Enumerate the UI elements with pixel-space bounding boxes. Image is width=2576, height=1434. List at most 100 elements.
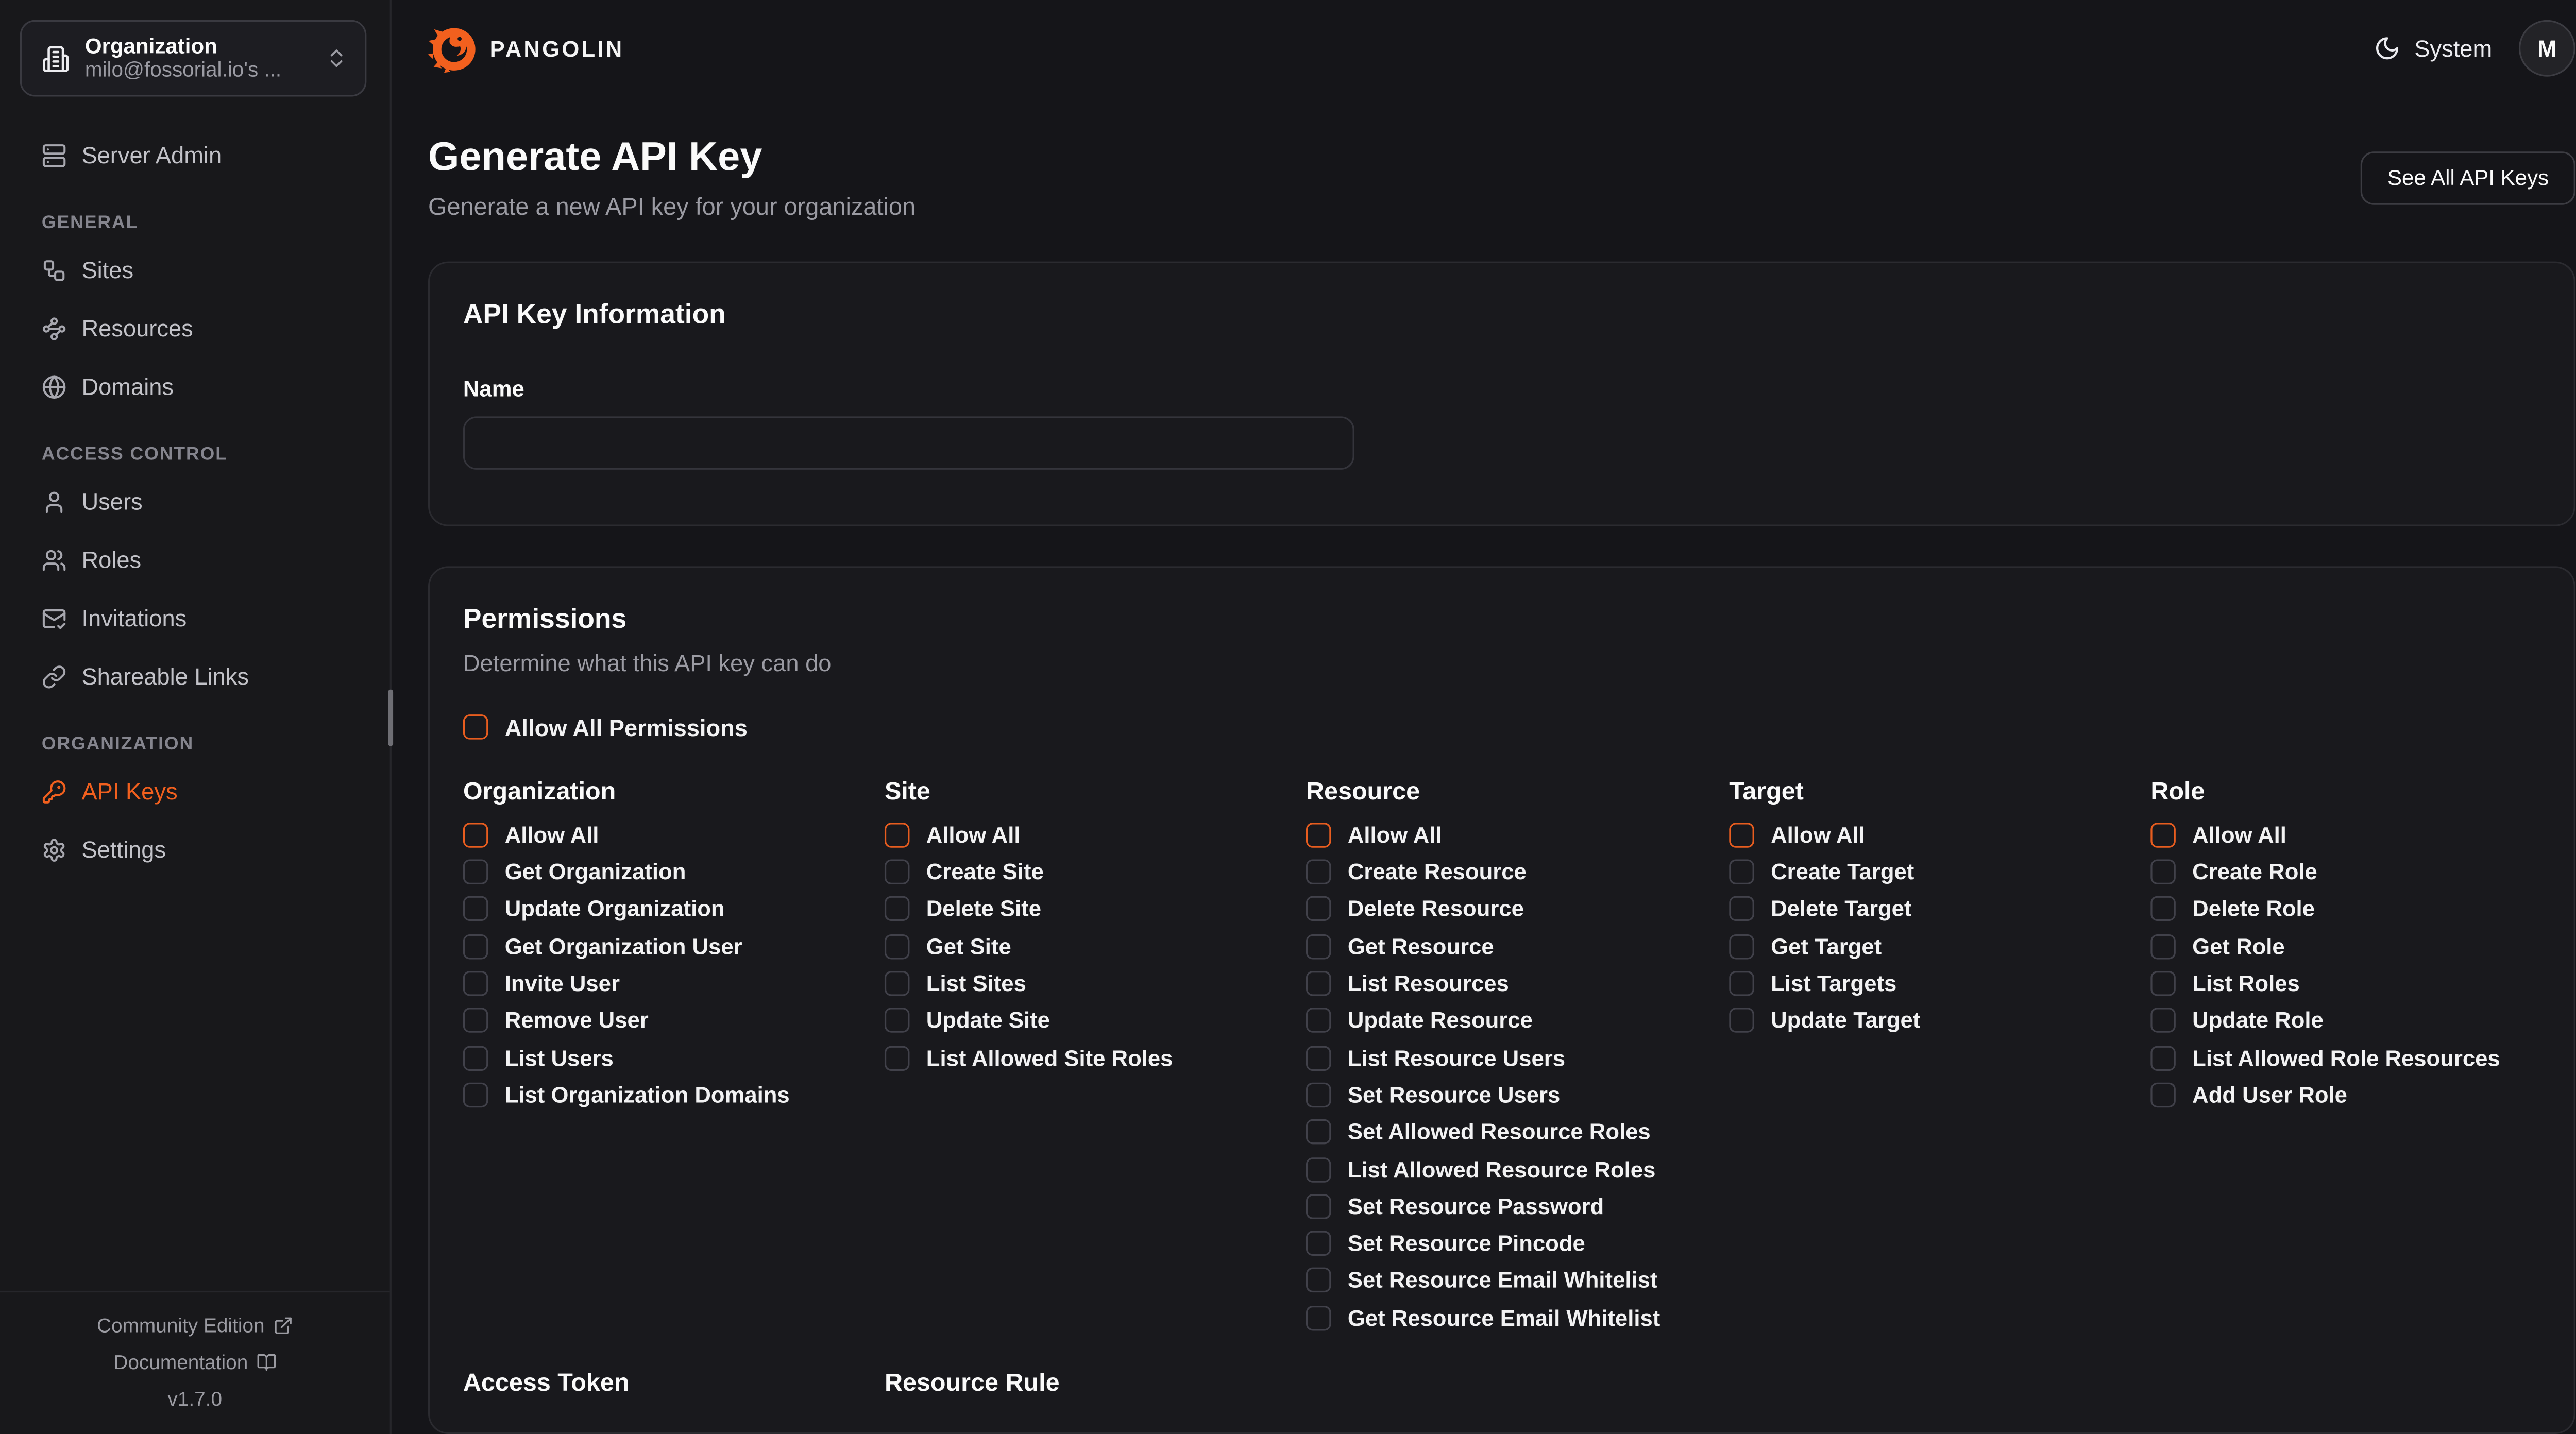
permission-checkbox-row[interactable]: Get Organization [463, 860, 686, 885]
permission-checkbox-row[interactable]: Create Role [2150, 860, 2317, 885]
permission-checkbox-row[interactable]: Set Resource Pincode [1306, 1231, 1585, 1256]
checkbox-icon[interactable] [2150, 934, 2176, 959]
permission-checkbox-row[interactable]: List Sites [885, 971, 1026, 996]
checkbox-icon[interactable] [1306, 1082, 1331, 1107]
checkbox-icon[interactable] [885, 897, 910, 922]
checkbox-icon[interactable] [1729, 971, 1754, 996]
checkbox-icon[interactable] [2150, 1082, 2176, 1107]
checkbox-icon[interactable] [885, 1045, 910, 1070]
permission-checkbox-row[interactable]: List Targets [1729, 971, 1896, 996]
checkbox-icon[interactable] [885, 934, 910, 959]
checkbox-icon[interactable] [1306, 860, 1331, 885]
permission-checkbox-row[interactable]: Allow All [1306, 823, 1442, 848]
permission-checkbox-row[interactable]: Delete Resource [1306, 897, 1524, 922]
permission-checkbox-row[interactable]: Delete Site [885, 897, 1041, 922]
permission-checkbox-row[interactable]: Invite User [463, 971, 620, 996]
permission-checkbox-row[interactable]: Get Role [2150, 934, 2284, 959]
checkbox-icon[interactable] [885, 971, 910, 996]
checkbox-icon[interactable] [1729, 934, 1754, 959]
checkbox-icon[interactable] [1729, 1008, 1754, 1033]
sidebar-item-api-keys[interactable]: API Keys [20, 766, 377, 816]
sidebar-item-roles[interactable]: Roles [20, 535, 377, 585]
permission-checkbox-row[interactable]: List Roles [2150, 971, 2299, 996]
checkbox-icon[interactable] [463, 715, 488, 740]
permission-checkbox-row[interactable]: Update Site [885, 1008, 1050, 1033]
sidebar-item-shareable-links[interactable]: Shareable Links [20, 651, 377, 701]
checkbox-icon[interactable] [463, 971, 488, 996]
permission-checkbox-row[interactable]: Allow All [885, 823, 1021, 848]
checkbox-icon[interactable] [885, 860, 910, 885]
checkbox-icon[interactable] [1729, 897, 1754, 922]
permission-checkbox-row[interactable]: Get Resource Email Whitelist [1306, 1305, 1660, 1330]
checkbox-icon[interactable] [2150, 1045, 2176, 1070]
permission-checkbox-row[interactable]: Delete Target [1729, 897, 1911, 922]
permission-checkbox-row[interactable]: Update Organization [463, 897, 725, 922]
name-input[interactable] [463, 417, 1354, 470]
checkbox-icon[interactable] [463, 934, 488, 959]
community-edition-link[interactable]: Community Edition [0, 1307, 390, 1344]
checkbox-icon[interactable] [463, 1008, 488, 1033]
permission-checkbox-row[interactable]: List Users [463, 1045, 614, 1070]
checkbox-icon[interactable] [2150, 897, 2176, 922]
permission-checkbox-row[interactable]: List Allowed Site Roles [885, 1045, 1173, 1070]
sidebar-item-settings[interactable]: Settings [20, 825, 377, 875]
checkbox-icon[interactable] [1306, 1268, 1331, 1293]
checkbox-icon[interactable] [885, 1008, 910, 1033]
permission-checkbox-row[interactable]: List Resource Users [1306, 1045, 1565, 1070]
permission-checkbox-row[interactable]: Get Target [1729, 934, 1882, 959]
checkbox-icon[interactable] [1306, 1194, 1331, 1219]
checkbox-icon[interactable] [1306, 1045, 1331, 1070]
permission-checkbox-row[interactable]: Delete Role [2150, 897, 2315, 922]
permission-checkbox-row[interactable]: Create Target [1729, 860, 1914, 885]
permission-checkbox-row[interactable]: Allow All [2150, 823, 2286, 848]
permission-checkbox-row[interactable]: Update Role [2150, 1008, 2324, 1033]
permission-checkbox-row[interactable]: Set Allowed Resource Roles [1306, 1120, 1651, 1145]
checkbox-icon[interactable] [1306, 823, 1331, 848]
permission-checkbox-row[interactable]: Create Site [885, 860, 1044, 885]
theme-toggle[interactable]: System [2375, 35, 2493, 62]
permission-checkbox-row[interactable]: Get Site [885, 934, 1011, 959]
permission-checkbox-row[interactable]: Update Target [1729, 1008, 1920, 1033]
checkbox-icon[interactable] [1306, 897, 1331, 922]
checkbox-icon[interactable] [1729, 860, 1754, 885]
checkbox-icon[interactable] [463, 1082, 488, 1107]
sidebar-item-domains[interactable]: Domains [20, 362, 377, 412]
permission-checkbox-row[interactable]: List Allowed Resource Roles [1306, 1157, 1655, 1182]
checkbox-icon[interactable] [463, 860, 488, 885]
checkbox-icon[interactable] [463, 823, 488, 848]
permission-checkbox-row[interactable]: Get Organization User [463, 934, 742, 959]
checkbox-icon[interactable] [463, 897, 488, 922]
avatar[interactable]: M [2519, 20, 2575, 77]
permission-checkbox-row[interactable]: List Resources [1306, 971, 1509, 996]
org-selector[interactable]: Organization milo@fossorial.io's ... [20, 20, 367, 97]
sidebar-item-sites[interactable]: Sites [20, 245, 377, 295]
see-all-api-keys-button[interactable]: See All API Keys [2361, 151, 2575, 204]
checkbox-icon[interactable] [1306, 1305, 1331, 1330]
permission-checkbox-row[interactable]: List Allowed Role Resources [2150, 1045, 2500, 1070]
checkbox-icon[interactable] [1306, 1008, 1331, 1033]
permission-checkbox-row[interactable]: Create Resource [1306, 860, 1527, 885]
checkbox-icon[interactable] [2150, 860, 2176, 885]
checkbox-icon[interactable] [463, 1045, 488, 1070]
sidebar-item-resources[interactable]: Resources [20, 303, 377, 353]
checkbox-icon[interactable] [885, 823, 910, 848]
allow-all-permissions-row[interactable]: Allow All Permissions [463, 714, 748, 741]
checkbox-icon[interactable] [1306, 1157, 1331, 1182]
permission-checkbox-row[interactable]: Allow All [1729, 823, 1865, 848]
permission-checkbox-row[interactable]: Remove User [463, 1008, 649, 1033]
sidebar-item-invitations[interactable]: Invitations [20, 593, 377, 643]
checkbox-icon[interactable] [1306, 1120, 1331, 1145]
permission-checkbox-row[interactable]: Allow All [463, 823, 599, 848]
permission-checkbox-row[interactable]: Set Resource Password [1306, 1194, 1604, 1219]
permission-checkbox-row[interactable]: Set Resource Users [1306, 1082, 1560, 1107]
permission-checkbox-row[interactable]: List Organization Domains [463, 1082, 790, 1107]
documentation-link[interactable]: Documentation [0, 1344, 390, 1380]
permission-checkbox-row[interactable]: Get Resource [1306, 934, 1494, 959]
checkbox-icon[interactable] [1729, 823, 1754, 848]
checkbox-icon[interactable] [2150, 823, 2176, 848]
checkbox-icon[interactable] [2150, 1008, 2176, 1033]
sidebar-item-users[interactable]: Users [20, 476, 377, 526]
checkbox-icon[interactable] [2150, 971, 2176, 996]
checkbox-icon[interactable] [1306, 934, 1331, 959]
permission-checkbox-row[interactable]: Update Resource [1306, 1008, 1533, 1033]
